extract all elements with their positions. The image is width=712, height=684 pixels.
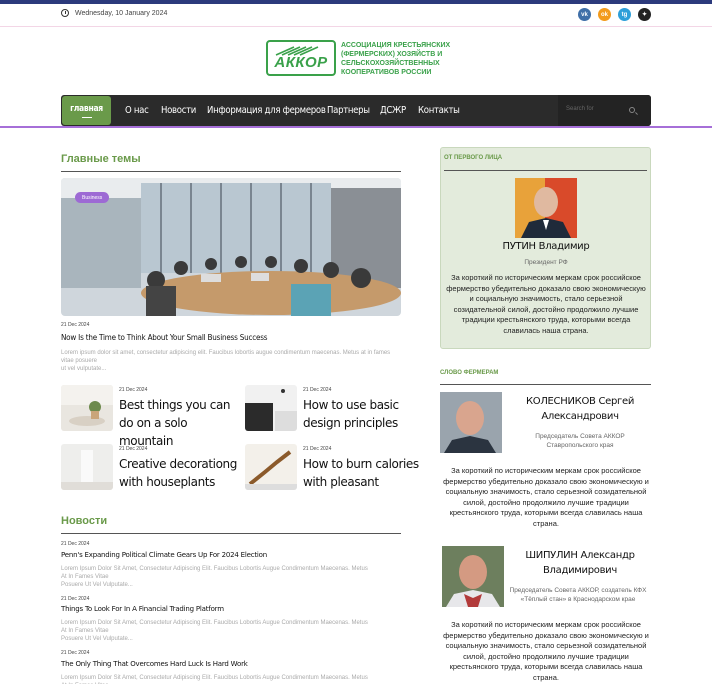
news-excerpt: Lorem Ipsum Dolor Sit Amet, Consectetur … (61, 620, 368, 642)
article-date: 21 Dec 2024 (61, 322, 90, 328)
search-input[interactable]: Search for (566, 106, 594, 112)
hero-image[interactable] (61, 178, 401, 316)
card-thumbnail[interactable] (245, 385, 297, 431)
card-date: 21 Dec 2024 (303, 387, 332, 393)
vk-icon[interactable]: vk (578, 8, 591, 21)
person-role: Председатель Совета АККОР Ставропольского… (535, 433, 625, 449)
nav-item-contacts[interactable]: Контакты (418, 95, 460, 126)
portrait-image (515, 178, 577, 238)
card-thumbnail[interactable] (61, 444, 113, 490)
nav-item-home[interactable]: главная (62, 96, 111, 125)
news-title[interactable]: Things To Look For In A Financial Tradin… (61, 605, 224, 613)
news-excerpt: Lorem Ipsum Dolor Sit Amet, Consectetur … (61, 675, 368, 684)
logo-mark: АККОР (274, 54, 328, 71)
nav-underline (0, 126, 712, 128)
ok-icon[interactable]: ok (598, 8, 611, 21)
divider (61, 533, 401, 534)
section-title-news: Новости (61, 515, 108, 527)
wheat-icon (275, 46, 319, 56)
article-excerpt: Lorem ipsum dolor sit amet, consectetur … (61, 350, 391, 372)
portrait-image (440, 392, 502, 453)
logo-text: АССОЦИАЦИЯ КРЕСТЬЯНСКИХ (ФЕРМЕРСКИХ) ХОЗ… (341, 42, 451, 76)
date-display: Wednesday, 10 January 2024 (61, 9, 167, 17)
person-quote: За короткий по историческим меркам срок … (443, 620, 649, 682)
news-excerpt: Lorem Ipsum Dolor Sit Amet, Consectetur … (61, 566, 368, 588)
nav-item-dszhr[interactable]: ДСЖР (380, 95, 406, 126)
card-date: 21 Dec 2024 (119, 446, 148, 452)
news-date: 21 Dec 2024 (61, 650, 90, 656)
sidebar-label-farmers: СЛОВО ФЕРМЕРАМ (440, 370, 499, 376)
divider (444, 170, 647, 171)
card-title[interactable]: How to use basic design principles (303, 396, 428, 432)
date-text: Wednesday, 10 January 2024 (75, 9, 168, 17)
card-date: 21 Dec 2024 (303, 446, 332, 452)
main-nav: главная О нас Новости Информация для фер… (61, 95, 651, 126)
portrait-image (442, 546, 504, 607)
nav-item-label: главная (70, 103, 103, 114)
section-title-main-topics: Главные темы (61, 153, 141, 165)
card-title[interactable]: How to burn calories with pleasant (303, 455, 428, 491)
person-quote: За короткий по историческим меркам срок … (443, 466, 649, 528)
site-logo[interactable]: АККОР (266, 40, 336, 76)
person-role: Председатель Совета АККОР, создатель КФХ… (509, 587, 647, 603)
top-bar: Wednesday, 10 January 2024 vk ok tg ✦ (0, 4, 712, 26)
divider (0, 26, 712, 27)
news-date: 21 Dec 2024 (61, 596, 90, 602)
card-title[interactable]: Best things you can do on a solo mountain (119, 396, 244, 450)
nav-item-partners[interactable]: Партнеры (327, 95, 370, 126)
search-box[interactable]: Search for (558, 95, 651, 126)
search-icon[interactable] (629, 107, 635, 113)
news-title[interactable]: The Only Thing That Overcomes Hard Luck … (61, 660, 248, 668)
news-date: 21 Dec 2024 (61, 541, 90, 547)
card-thumbnail[interactable] (245, 444, 297, 490)
other-icon[interactable]: ✦ (638, 8, 651, 21)
nav-item-farmers-info[interactable]: Информация для фермеров (207, 95, 326, 126)
person-quote: За короткий по историческим меркам срок … (446, 273, 646, 335)
telegram-icon[interactable]: tg (618, 8, 631, 21)
card-thumbnail[interactable] (61, 385, 113, 431)
divider (440, 384, 651, 385)
news-title[interactable]: Penn's Expanding Political Climate Gears… (61, 551, 267, 559)
sidebar-label-first-person: ОТ ПЕРВОГО ЛИЦА (444, 155, 503, 161)
person-name: ПУТИН Владимир (502, 241, 590, 252)
hero-article-title[interactable]: Now Is the Time to Think About Your Smal… (61, 333, 268, 342)
person-name: ШИПУЛИН Александр Владимирович (525, 550, 635, 576)
clock-icon (61, 9, 69, 17)
nav-item-about[interactable]: О нас (125, 95, 149, 126)
card-date: 21 Dec 2024 (119, 387, 148, 393)
divider (61, 171, 401, 172)
social-links: vk ok tg ✦ (578, 8, 651, 21)
person-role: Президент РФ (524, 259, 568, 266)
person-name: КОЛЕСНИКОВ Сергей Александрович (525, 396, 635, 422)
category-badge[interactable]: Business (75, 192, 110, 203)
card-title[interactable]: Creative decorationg with houseplants (119, 455, 244, 491)
nav-item-news[interactable]: Новости (161, 95, 196, 126)
